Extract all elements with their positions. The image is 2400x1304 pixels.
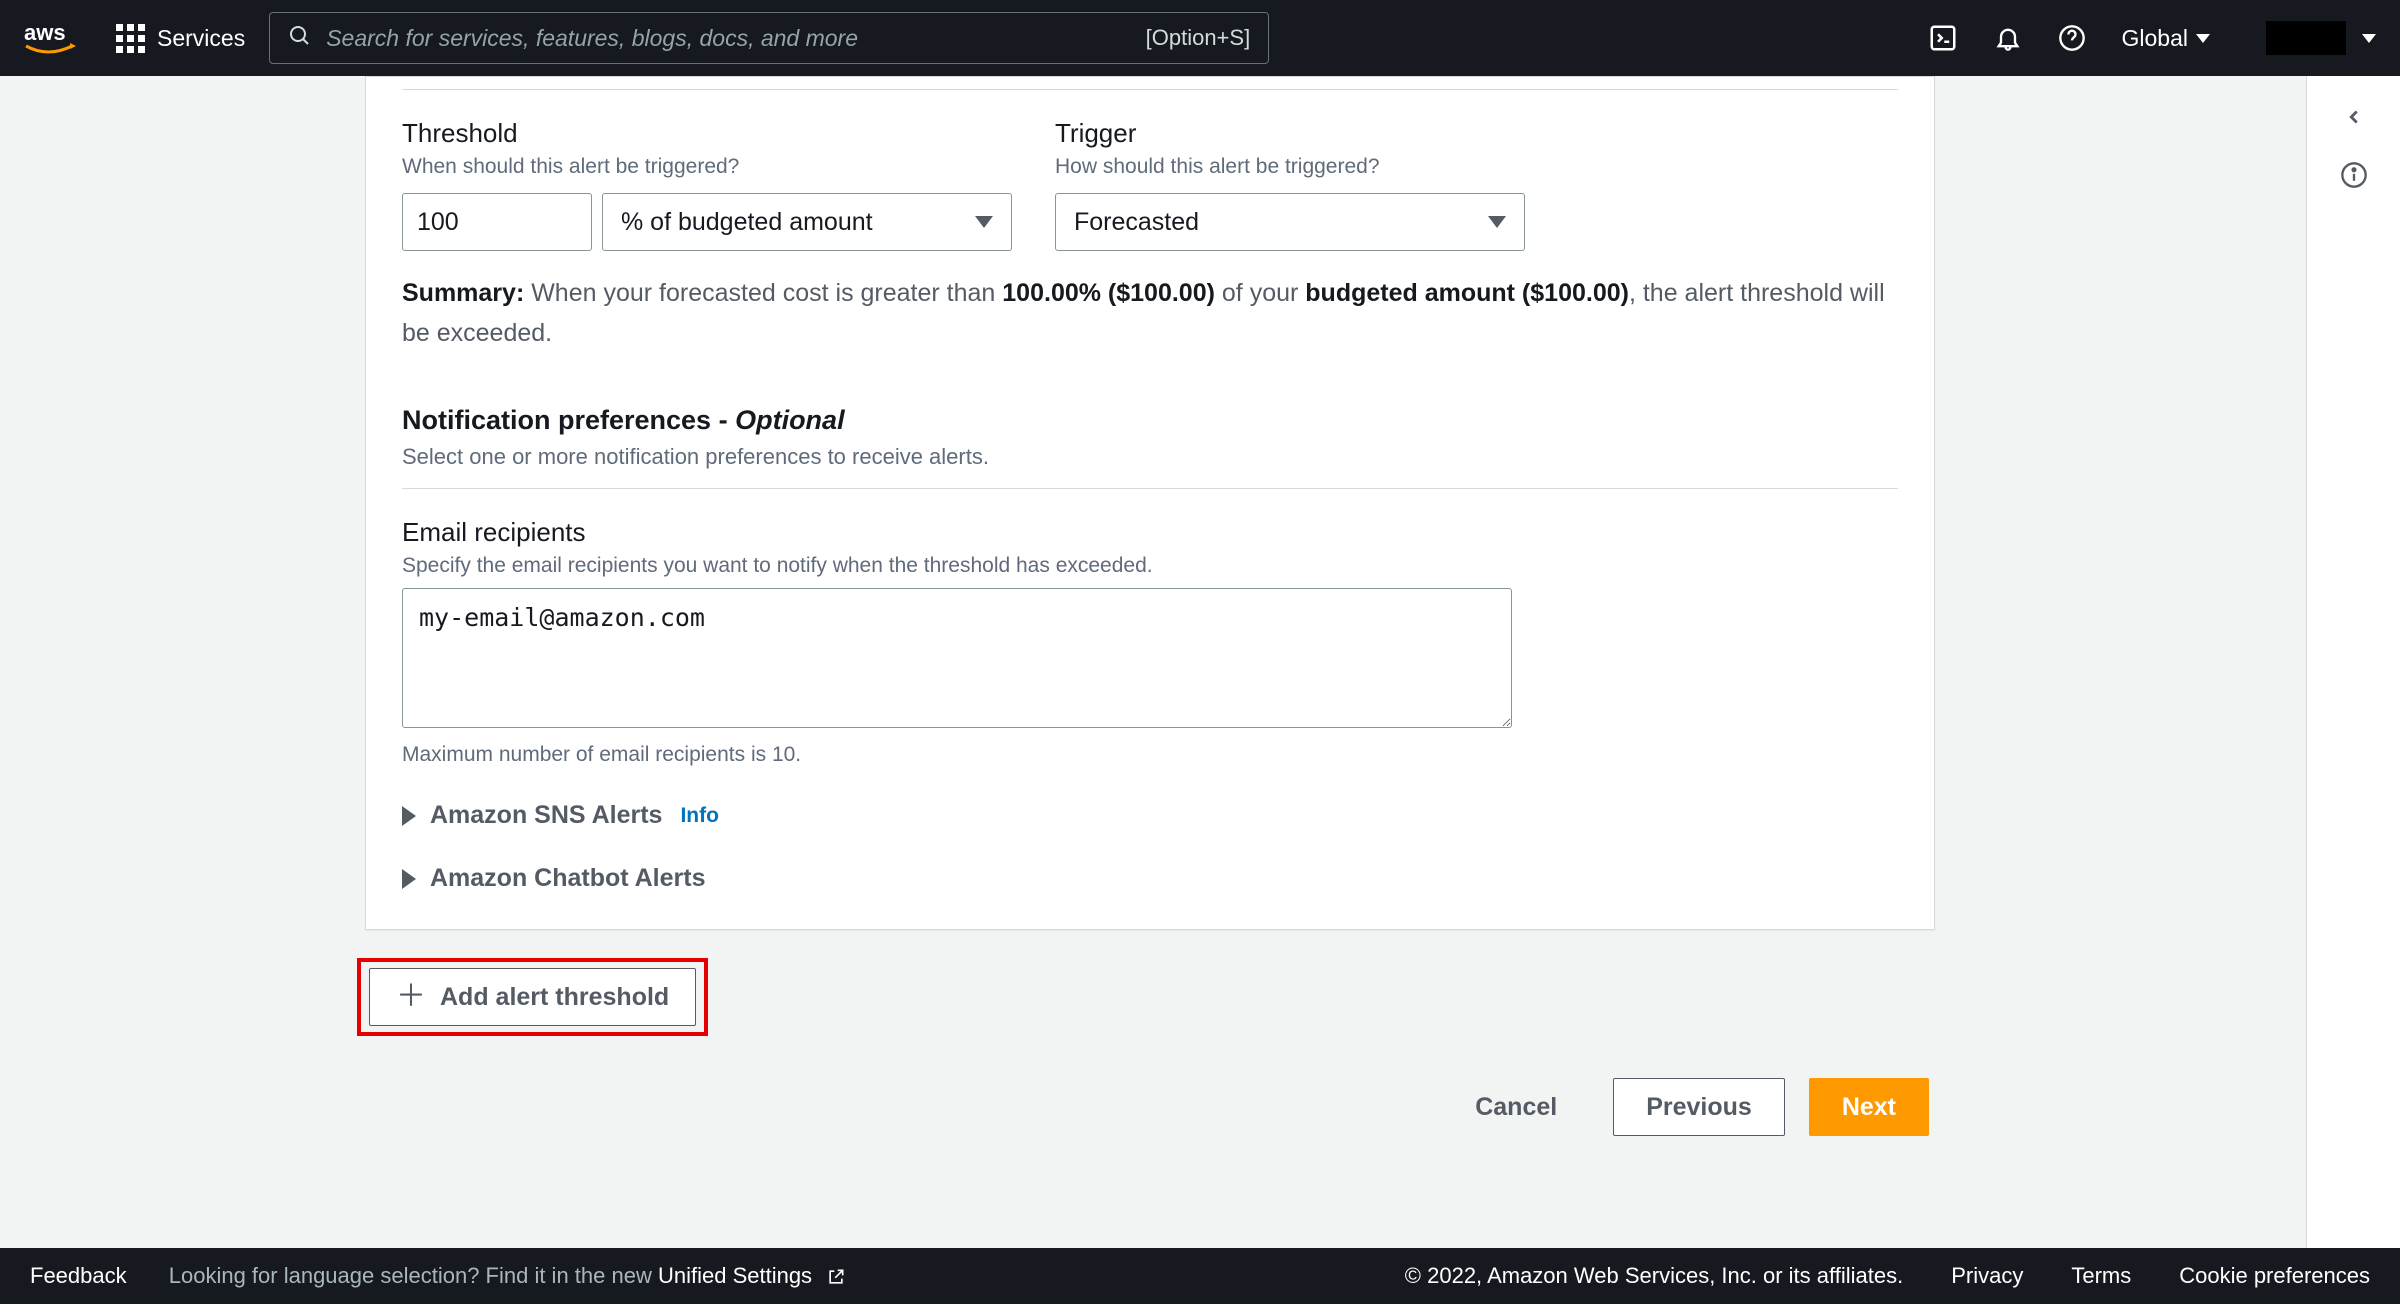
- trigger-label: Trigger: [1055, 118, 1525, 149]
- trigger-select[interactable]: Forecasted: [1055, 193, 1525, 251]
- add-alert-threshold-button[interactable]: ＋ Add alert threshold: [369, 968, 696, 1026]
- email-max-helper: Maximum number of email recipients is 10…: [402, 743, 1898, 767]
- search-icon: [288, 24, 312, 53]
- sns-info-link[interactable]: Info: [680, 804, 718, 828]
- unified-settings-link[interactable]: Unified Settings: [658, 1263, 812, 1288]
- wizard-actions: Cancel Previous Next: [365, 1078, 1935, 1136]
- search-input[interactable]: [326, 25, 1145, 52]
- notification-preferences-header: Notification preferences - Optional: [402, 405, 1898, 436]
- services-grid-icon[interactable]: [116, 24, 145, 53]
- plus-icon: ＋: [396, 982, 426, 1012]
- sns-alerts-expander[interactable]: Amazon SNS Alerts Info: [402, 801, 1898, 830]
- previous-button[interactable]: Previous: [1613, 1078, 1785, 1136]
- cookie-preferences-link[interactable]: Cookie preferences: [2179, 1263, 2370, 1289]
- language-hint: Looking for language selection? Find it …: [169, 1263, 846, 1288]
- account-redacted: [2266, 21, 2346, 55]
- next-button[interactable]: Next: [1809, 1078, 1929, 1136]
- footer: Feedback Looking for language selection?…: [0, 1248, 2400, 1304]
- aws-logo[interactable]: aws: [24, 18, 88, 58]
- global-search[interactable]: [Option+S]: [269, 12, 1269, 64]
- cancel-button[interactable]: Cancel: [1443, 1078, 1589, 1136]
- chevron-down-icon: [2196, 34, 2210, 43]
- notifications-icon[interactable]: [1994, 24, 2022, 52]
- collapse-panel-icon[interactable]: [2335, 98, 2373, 136]
- cloudshell-icon[interactable]: [1928, 23, 1958, 53]
- services-link[interactable]: Services: [157, 25, 245, 52]
- chatbot-alerts-expander[interactable]: Amazon Chatbot Alerts: [402, 864, 1898, 893]
- help-icon[interactable]: [2058, 24, 2086, 52]
- region-selector[interactable]: Global: [2122, 25, 2210, 52]
- info-panel-icon[interactable]: [2335, 156, 2373, 194]
- triangle-right-icon: [402, 869, 416, 889]
- external-link-icon: [826, 1267, 846, 1287]
- privacy-link[interactable]: Privacy: [1951, 1263, 2023, 1289]
- chevron-down-icon: [2362, 34, 2376, 43]
- terms-link[interactable]: Terms: [2071, 1263, 2131, 1289]
- threshold-unit-select[interactable]: % of budgeted amount: [602, 193, 1012, 251]
- feedback-link[interactable]: Feedback: [30, 1263, 127, 1288]
- triangle-right-icon: [402, 806, 416, 826]
- notification-preferences-sub: Select one or more notification preferen…: [402, 444, 1898, 470]
- chevron-down-icon: [1488, 216, 1506, 228]
- alert-summary: Summary: When your forecasted cost is gr…: [402, 273, 1898, 353]
- add-threshold-highlight: ＋ Add alert threshold: [357, 958, 708, 1036]
- account-menu[interactable]: [2246, 21, 2376, 55]
- copyright: © 2022, Amazon Web Services, Inc. or its…: [1405, 1263, 1903, 1289]
- email-recipients-label: Email recipients: [402, 517, 1898, 548]
- search-shortcut: [Option+S]: [1146, 25, 1251, 51]
- help-panel-rail: [2306, 76, 2400, 1248]
- chevron-down-icon: [975, 216, 993, 228]
- threshold-label: Threshold: [402, 118, 1027, 149]
- top-nav: aws Services [Option+S] Global: [0, 0, 2400, 76]
- email-recipients-help: Specify the email recipients you want to…: [402, 554, 1898, 578]
- email-recipients-input[interactable]: [402, 588, 1512, 728]
- trigger-help: How should this alert be triggered?: [1055, 155, 1525, 179]
- threshold-help: When should this alert be triggered?: [402, 155, 1027, 179]
- threshold-value-input[interactable]: [402, 193, 592, 251]
- alert-panel: Threshold When should this alert be trig…: [365, 76, 1935, 930]
- svg-text:aws: aws: [24, 20, 66, 45]
